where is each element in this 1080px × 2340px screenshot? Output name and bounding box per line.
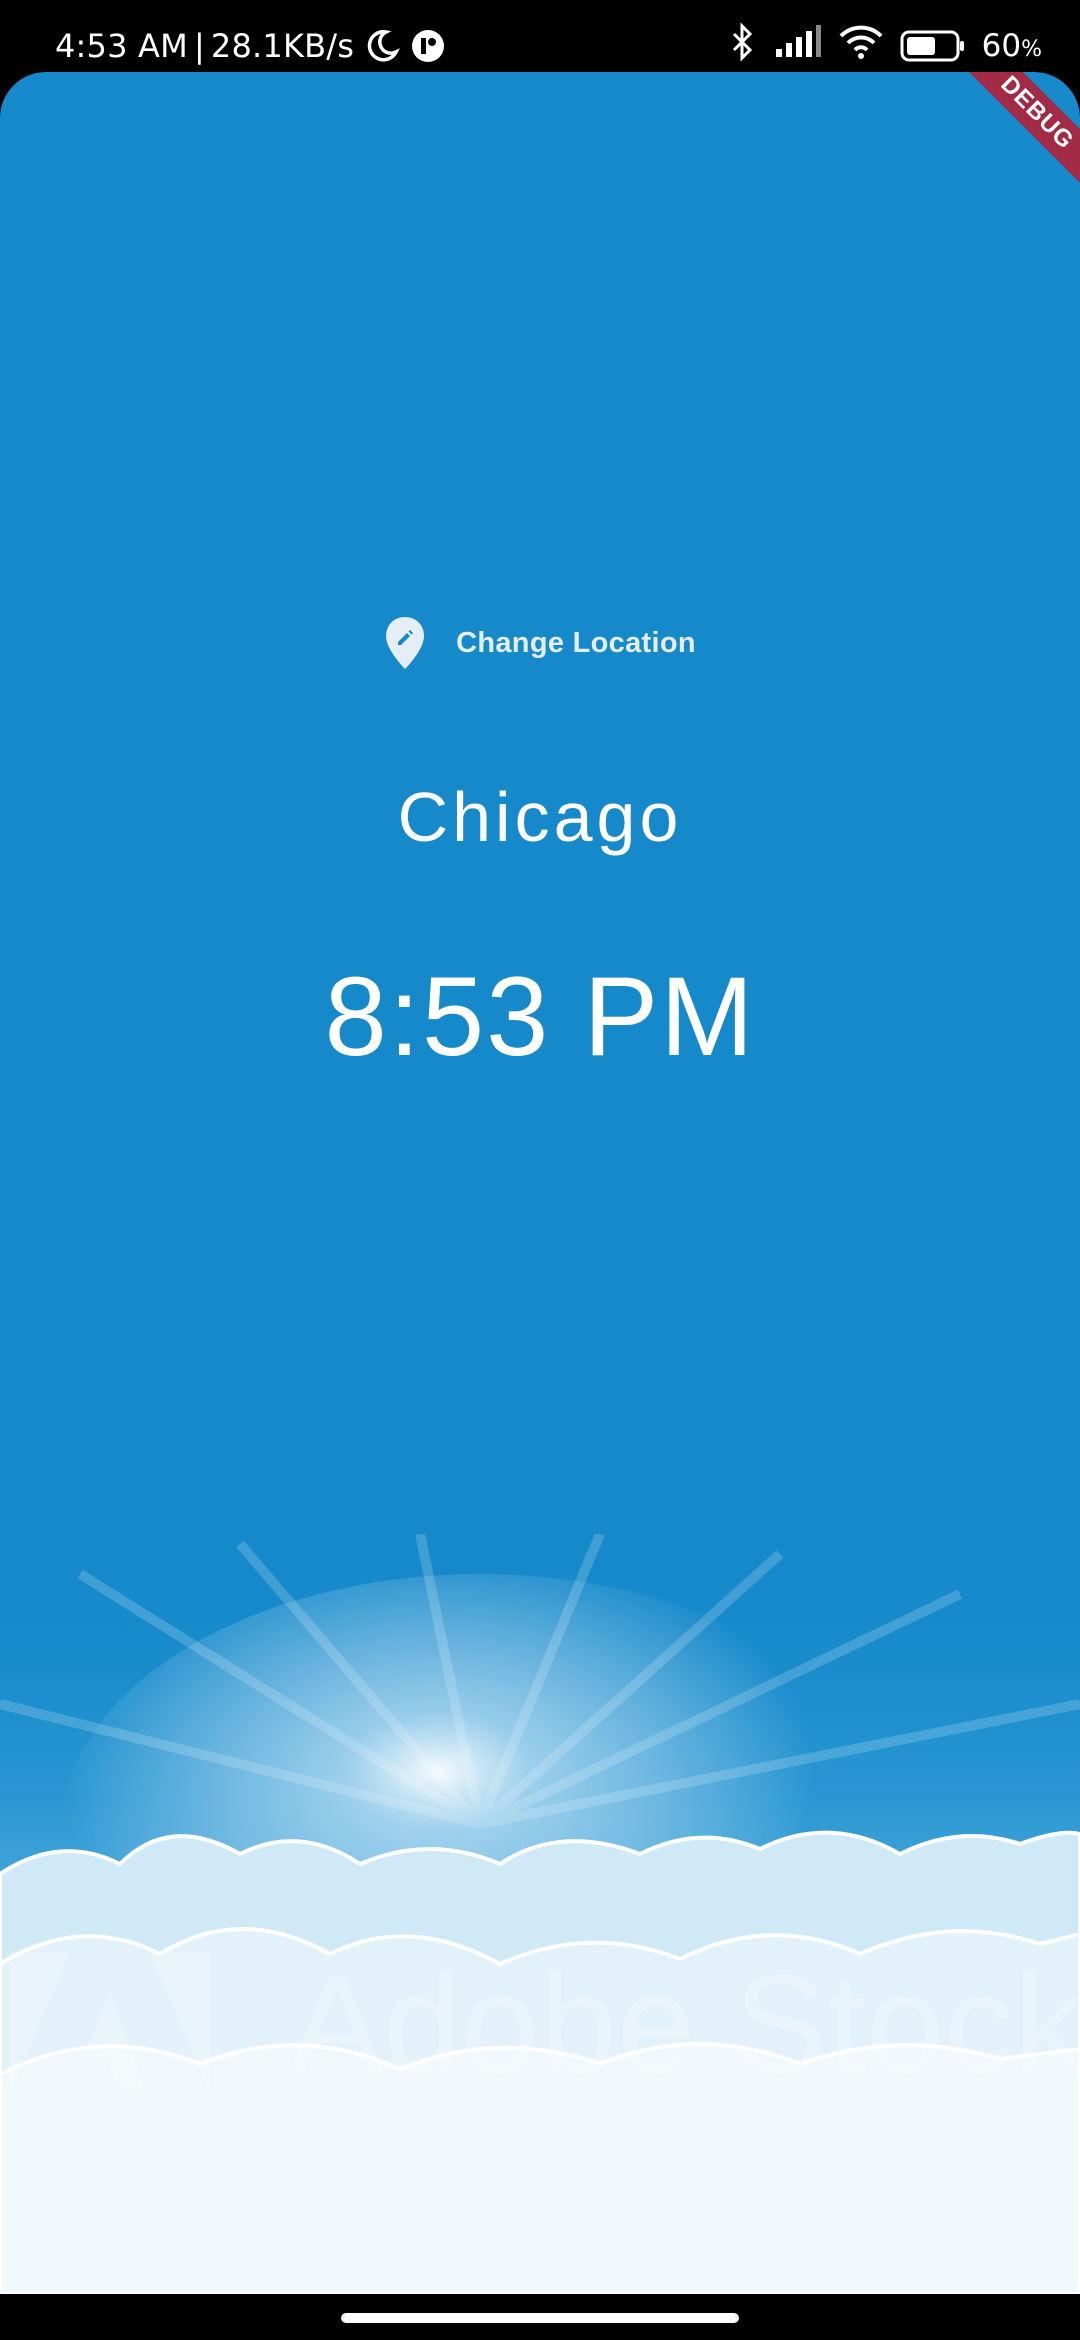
battery-icon bbox=[900, 30, 966, 62]
change-location-row: Change Location bbox=[0, 605, 1080, 681]
change-location-button[interactable]: Change Location bbox=[368, 605, 712, 681]
edit-location-icon bbox=[384, 615, 426, 671]
bluetooth-icon bbox=[728, 22, 758, 70]
status-separator: | bbox=[193, 27, 205, 65]
home-gesture-handle[interactable] bbox=[341, 2313, 739, 2323]
status-bar: 4:53 AM | 28.1KB/s 60% bbox=[0, 0, 1080, 72]
battery-percent: 60% bbox=[981, 28, 1042, 64]
status-time: 4:53 AM bbox=[55, 27, 188, 65]
signal-icon bbox=[774, 25, 822, 67]
adobe-stock-watermark: Adobe Stock bbox=[10, 1952, 1080, 2102]
local-time: 8:53 PM bbox=[324, 954, 756, 1079]
watermark-text: Adobe Stock bbox=[290, 1952, 1080, 2102]
moon-icon bbox=[364, 28, 401, 64]
wifi-icon bbox=[838, 24, 884, 68]
app-notification-icon bbox=[410, 28, 446, 64]
app-screen: Adobe Stock DEBUG Change Location Chicag… bbox=[0, 72, 1080, 2294]
debug-banner: DEBUG bbox=[949, 72, 1080, 201]
change-location-label: Change Location bbox=[456, 626, 696, 659]
network-speed: 28.1KB/s bbox=[210, 27, 355, 65]
city-name: Chicago bbox=[397, 778, 683, 856]
sky-background-image bbox=[0, 1534, 1080, 2294]
